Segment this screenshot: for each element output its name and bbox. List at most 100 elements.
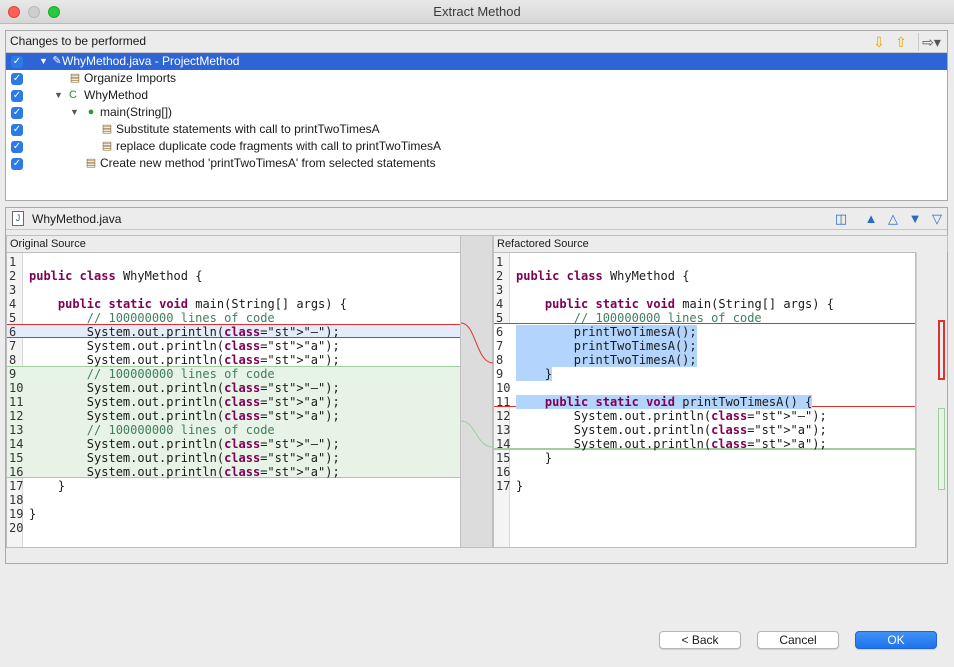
code-line: 6 System.out.println(class="st">"—"); (7, 325, 460, 339)
back-button[interactable]: < Back (659, 631, 741, 649)
code-text: System.out.println(class="st">"—"); (516, 409, 827, 423)
ok-button[interactable]: OK (855, 631, 937, 649)
previous-change-icon[interactable]: ▽ (928, 210, 946, 228)
code-text: // 100000000 lines of code (573, 311, 762, 325)
code-line: 6 printTwoTimesA(); (494, 325, 915, 339)
line-number: 6 (9, 325, 17, 339)
code-text: printTwoTimesA(); (516, 353, 697, 367)
previous-change-icon[interactable]: ⇧ (892, 33, 910, 51)
expand-toggle-icon[interactable]: ▼ (70, 104, 79, 121)
code-line: 13 System.out.println(class="st">"a"); (494, 423, 915, 437)
refactored-source-editor[interactable]: 1 2 public class WhyMethod {3 4 public stat… (493, 252, 916, 548)
line-number: 14 (9, 437, 24, 451)
code-line: 8 System.out.println(class="st">"a"); (7, 353, 460, 367)
code-text: System.out.println(class="st">"a"); (29, 451, 340, 465)
line-number: 16 (496, 465, 511, 479)
line-number: 10 (9, 381, 24, 395)
code-line: 14 System.out.println(class="st">"—"); (7, 437, 460, 451)
code-line: 11 public static void printTwoTimesA() { (494, 395, 915, 409)
tree-item[interactable]: ✓ ▤ replace duplicate code fragments with … (6, 138, 947, 155)
code-line: 1 (494, 255, 915, 269)
changes-panel: Changes to be performed ⇩ ⇧ ⇨▾ ✓ ▼ ✎ WhyMet… (5, 30, 948, 201)
tree-item[interactable]: ✓ ▼ ✎ WhyMethod.java - ProjectMethod (6, 53, 947, 70)
line-number: 19 (9, 507, 24, 521)
line-number: 10 (496, 381, 511, 395)
line-number: 12 (9, 409, 24, 423)
code-text: printTwoTimesA(); (516, 339, 697, 353)
code-line: 7 System.out.println(class="st">"a"); (7, 339, 460, 353)
line-number: 5 (9, 311, 17, 325)
line-number: 7 (496, 339, 504, 353)
tree-item[interactable]: ✓ ▼ ● main(String[]) (6, 104, 947, 121)
text-change-icon: ▤ (101, 123, 113, 135)
extract-method-dialog: Extract Method Changes to be performed ⇩… (0, 0, 954, 667)
cancel-button[interactable]: Cancel (757, 631, 839, 649)
code-line: 5 // 100000000 lines of code (7, 311, 460, 325)
compare-icon[interactable]: ◫ (832, 210, 850, 228)
next-difference-icon[interactable]: ▲ (862, 210, 880, 228)
tree-item-checkbox[interactable]: ✓ (11, 56, 23, 68)
code-line: 4 public static void main(String[] args)… (7, 297, 460, 311)
code-line: 20 (7, 521, 460, 535)
java-file-icon: J (12, 211, 24, 226)
code-text: // 100000000 lines of code (86, 423, 275, 437)
line-number: 4 (9, 297, 17, 311)
code-text: public class WhyMethod { (29, 269, 203, 283)
code-line: 14 System.out.println(class="st">"a"); (494, 437, 915, 451)
next-change-icon[interactable]: ▼ (906, 210, 924, 228)
code-line: 8 printTwoTimesA(); (494, 353, 915, 367)
change-marker[interactable] (938, 320, 945, 380)
code-line: 3 (7, 283, 460, 297)
line-number: 8 (496, 353, 504, 367)
code-text: System.out.println(class="st">"a"); (29, 465, 340, 479)
previous-difference-icon[interactable]: △ (884, 210, 902, 228)
line-number: 2 (496, 269, 504, 283)
line-number: 1 (496, 255, 504, 269)
code-line: 11 System.out.println(class="st">"a"); (7, 395, 460, 409)
window-title: Extract Method (433, 4, 521, 19)
text-change-icon: ▤ (85, 157, 97, 169)
tree-item[interactable]: ✓ ▤ Create new method 'printTwoTimesA' fro… (6, 155, 947, 172)
line-number: 20 (9, 521, 24, 535)
code-line: 12 System.out.println(class="st">"—"); (494, 409, 915, 423)
line-number: 11 (9, 395, 24, 409)
code-text: System.out.println(class="st">"a"); (29, 395, 340, 409)
code-line: 13 // 100000000 lines of code (7, 423, 460, 437)
next-change-icon[interactable]: ⇩ (870, 33, 888, 51)
expand-toggle-icon[interactable]: ▼ (39, 53, 48, 70)
code-text: public static void main(String[] args) { (57, 297, 347, 311)
filter-menu-icon[interactable]: ⇨▾ (918, 33, 944, 51)
tree-item[interactable]: ✓ ▤ Substitute statements with call to pri… (6, 121, 947, 138)
line-number: 9 (496, 367, 504, 381)
line-number: 14 (496, 437, 511, 451)
tree-item-label: Substitute statements with call to print… (116, 122, 380, 136)
code-text: public static void printTwoTimesA() { (516, 395, 813, 409)
tree-item-checkbox[interactable]: ✓ (11, 107, 23, 119)
line-number: 12 (496, 409, 511, 423)
line-number: 17 (9, 479, 24, 493)
original-source-title: Original Source (6, 235, 461, 252)
expand-toggle-icon[interactable]: ▼ (54, 87, 63, 104)
change-marker[interactable] (938, 408, 945, 490)
class-icon: C (69, 89, 77, 101)
line-number: 4 (496, 297, 504, 311)
tree-item-checkbox[interactable]: ✓ (11, 124, 23, 136)
refactored-source-title: Refactored Source (493, 235, 948, 252)
line-number: 2 (9, 269, 17, 283)
line-number: 3 (9, 283, 17, 297)
tree-item-label: WhyMethod (84, 88, 149, 102)
code-line: 17} (494, 479, 915, 493)
method-icon: ● (87, 106, 95, 118)
tree-item-checkbox[interactable]: ✓ (11, 141, 23, 153)
code-line: 16 (494, 465, 915, 479)
code-text: } (516, 479, 524, 493)
tree-item-label: main(String[]) (100, 105, 173, 119)
tree-item[interactable]: ✓ ▤ Organize Imports (6, 70, 947, 87)
original-source-editor[interactable]: 1 2 public class WhyMethod { 3 4 public stat… (6, 252, 461, 548)
code-text: System.out.println(class="st">"—"); (29, 437, 340, 451)
tree-item-checkbox[interactable]: ✓ (11, 90, 23, 102)
tree-item-checkbox[interactable]: ✓ (11, 73, 23, 85)
tree-item[interactable]: ✓ ▼ C WhyMethod (6, 87, 947, 104)
tree-item-checkbox[interactable]: ✓ (11, 158, 23, 170)
code-line: 3 (494, 283, 915, 297)
